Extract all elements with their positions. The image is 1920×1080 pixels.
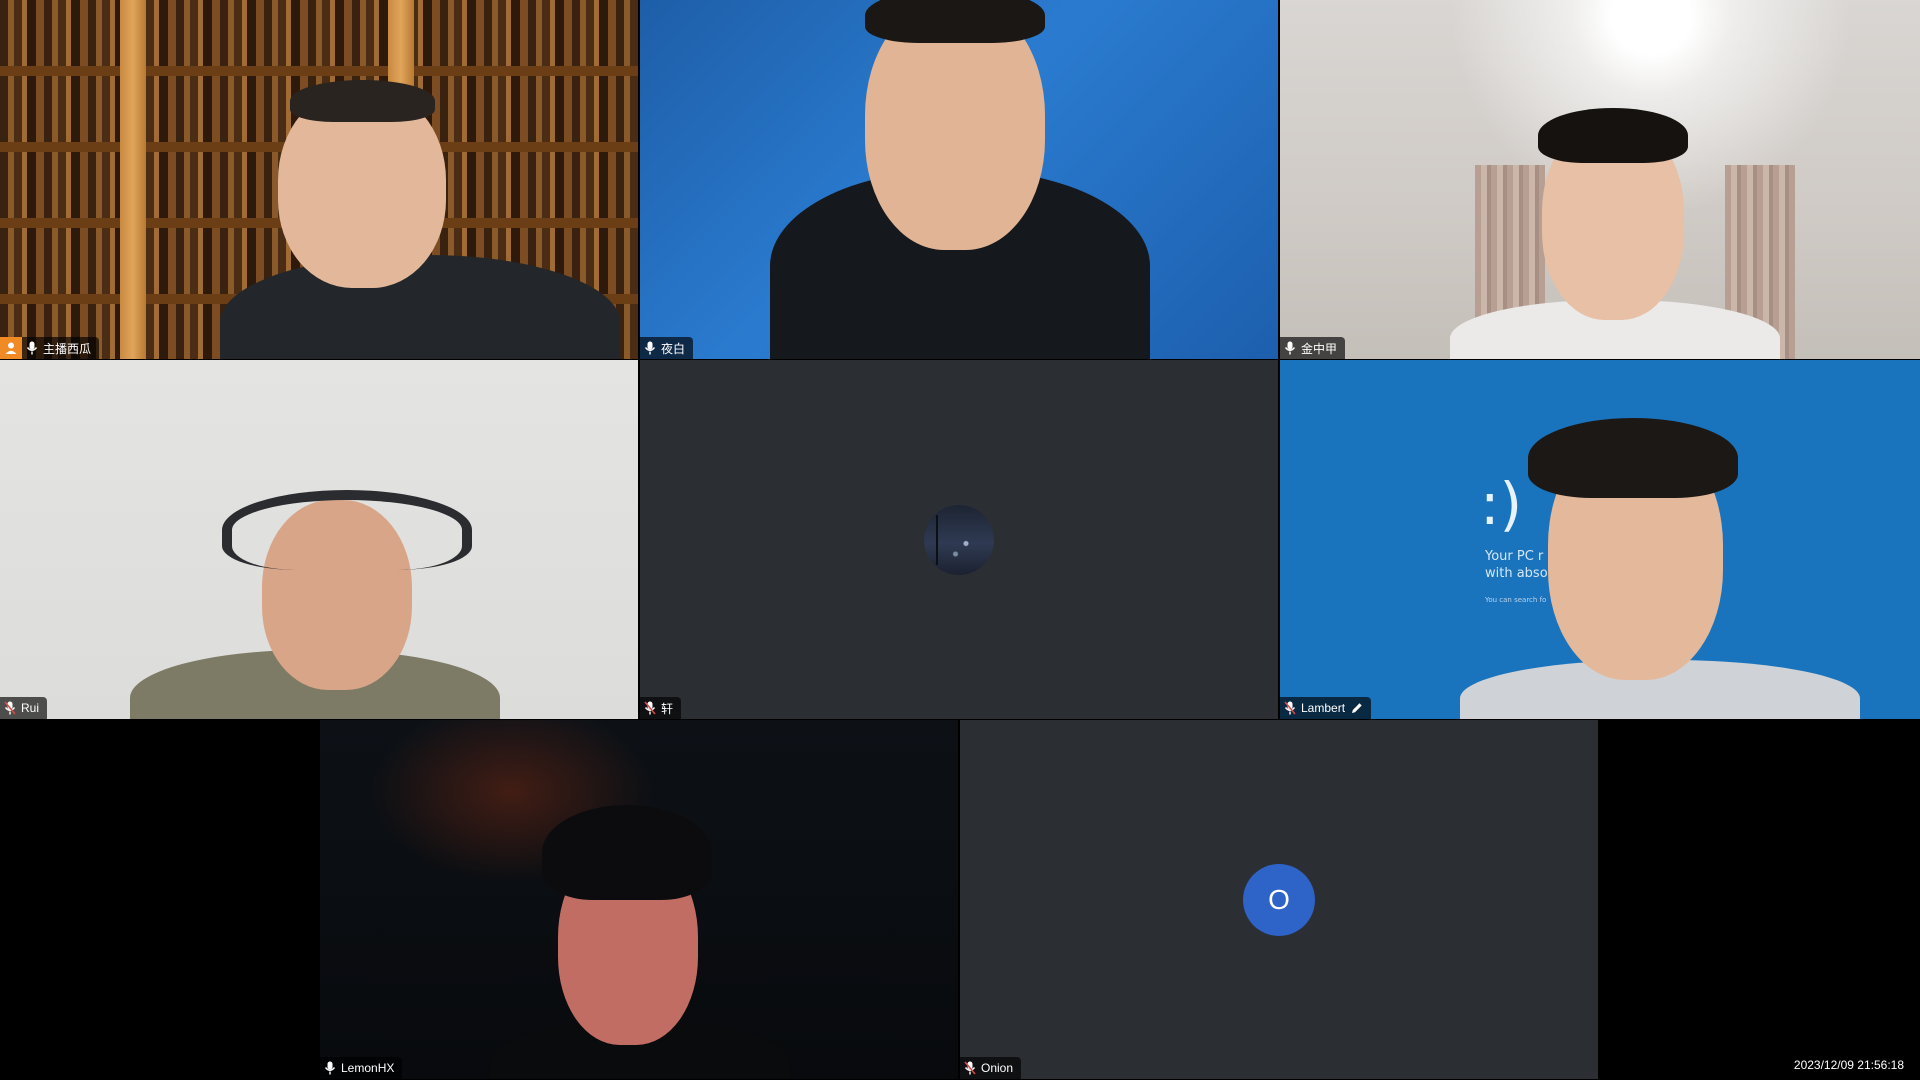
name-badge: Lambert	[1280, 697, 1372, 719]
participant-name: 主播西瓜	[43, 341, 92, 356]
video-grid: 主播西瓜 夜白 金中甲 Rui 轩:) Your PC r with abso…	[0, 0, 1920, 1080]
participant-tile[interactable]: 夜白	[640, 0, 1278, 359]
shelf-post	[120, 0, 146, 359]
microphone-icon	[1284, 341, 1296, 355]
participant-tile-host[interactable]: 主播西瓜	[0, 0, 638, 359]
microphone-icon	[26, 341, 38, 355]
participant-video: :) Your PC r with abso You can search fo	[1280, 360, 1920, 719]
name-badge: Rui	[0, 697, 48, 719]
avatar: O	[1243, 863, 1315, 936]
participant-video	[0, 0, 638, 359]
name-badge: Onion	[960, 1057, 1022, 1079]
participant-tile[interactable]: Rui	[0, 360, 638, 719]
participant-name: Onion	[981, 1061, 1014, 1075]
participant-name: Lambert	[1301, 701, 1346, 715]
pencil-icon	[1351, 702, 1363, 714]
microphone-muted-icon	[4, 701, 16, 715]
participant-video	[0, 360, 638, 719]
name-badge: 金中甲	[1280, 337, 1346, 359]
participant-video	[1280, 0, 1920, 359]
participant-tile[interactable]: O Onion	[960, 720, 1598, 1079]
name-badge: 夜白	[640, 337, 694, 359]
participant-name: Rui	[21, 701, 40, 715]
microphone-muted-icon	[644, 701, 656, 715]
participant-name: LemonHX	[341, 1061, 395, 1075]
microphone-icon	[324, 1061, 336, 1075]
name-badge: 轩	[640, 697, 682, 719]
name-badge: LemonHX	[320, 1057, 403, 1079]
participant-name: 金中甲	[1301, 341, 1338, 356]
microphone-muted-icon	[964, 1061, 976, 1075]
microphone-muted-icon	[1284, 701, 1296, 715]
participant-tile[interactable]: 金中甲	[1280, 0, 1920, 359]
name-badge: 主播西瓜	[0, 337, 100, 359]
participant-tile[interactable]: :) Your PC r with abso You can search fo…	[1280, 360, 1920, 719]
participant-video	[640, 0, 1278, 359]
wallpaper-face: :)	[1480, 470, 1523, 538]
participant-tile[interactable]: 轩	[640, 360, 1278, 719]
participant-name: 夜白	[661, 341, 686, 356]
timestamp: 2023/12/09 21:56:18	[1793, 1058, 1904, 1072]
participant-name: 轩	[661, 701, 674, 716]
host-icon	[0, 337, 22, 359]
avatar	[924, 504, 994, 575]
participant-tile-active-speaker[interactable]: LemonHX	[320, 720, 958, 1079]
microphone-icon	[644, 341, 656, 355]
participant-video	[320, 720, 958, 1079]
